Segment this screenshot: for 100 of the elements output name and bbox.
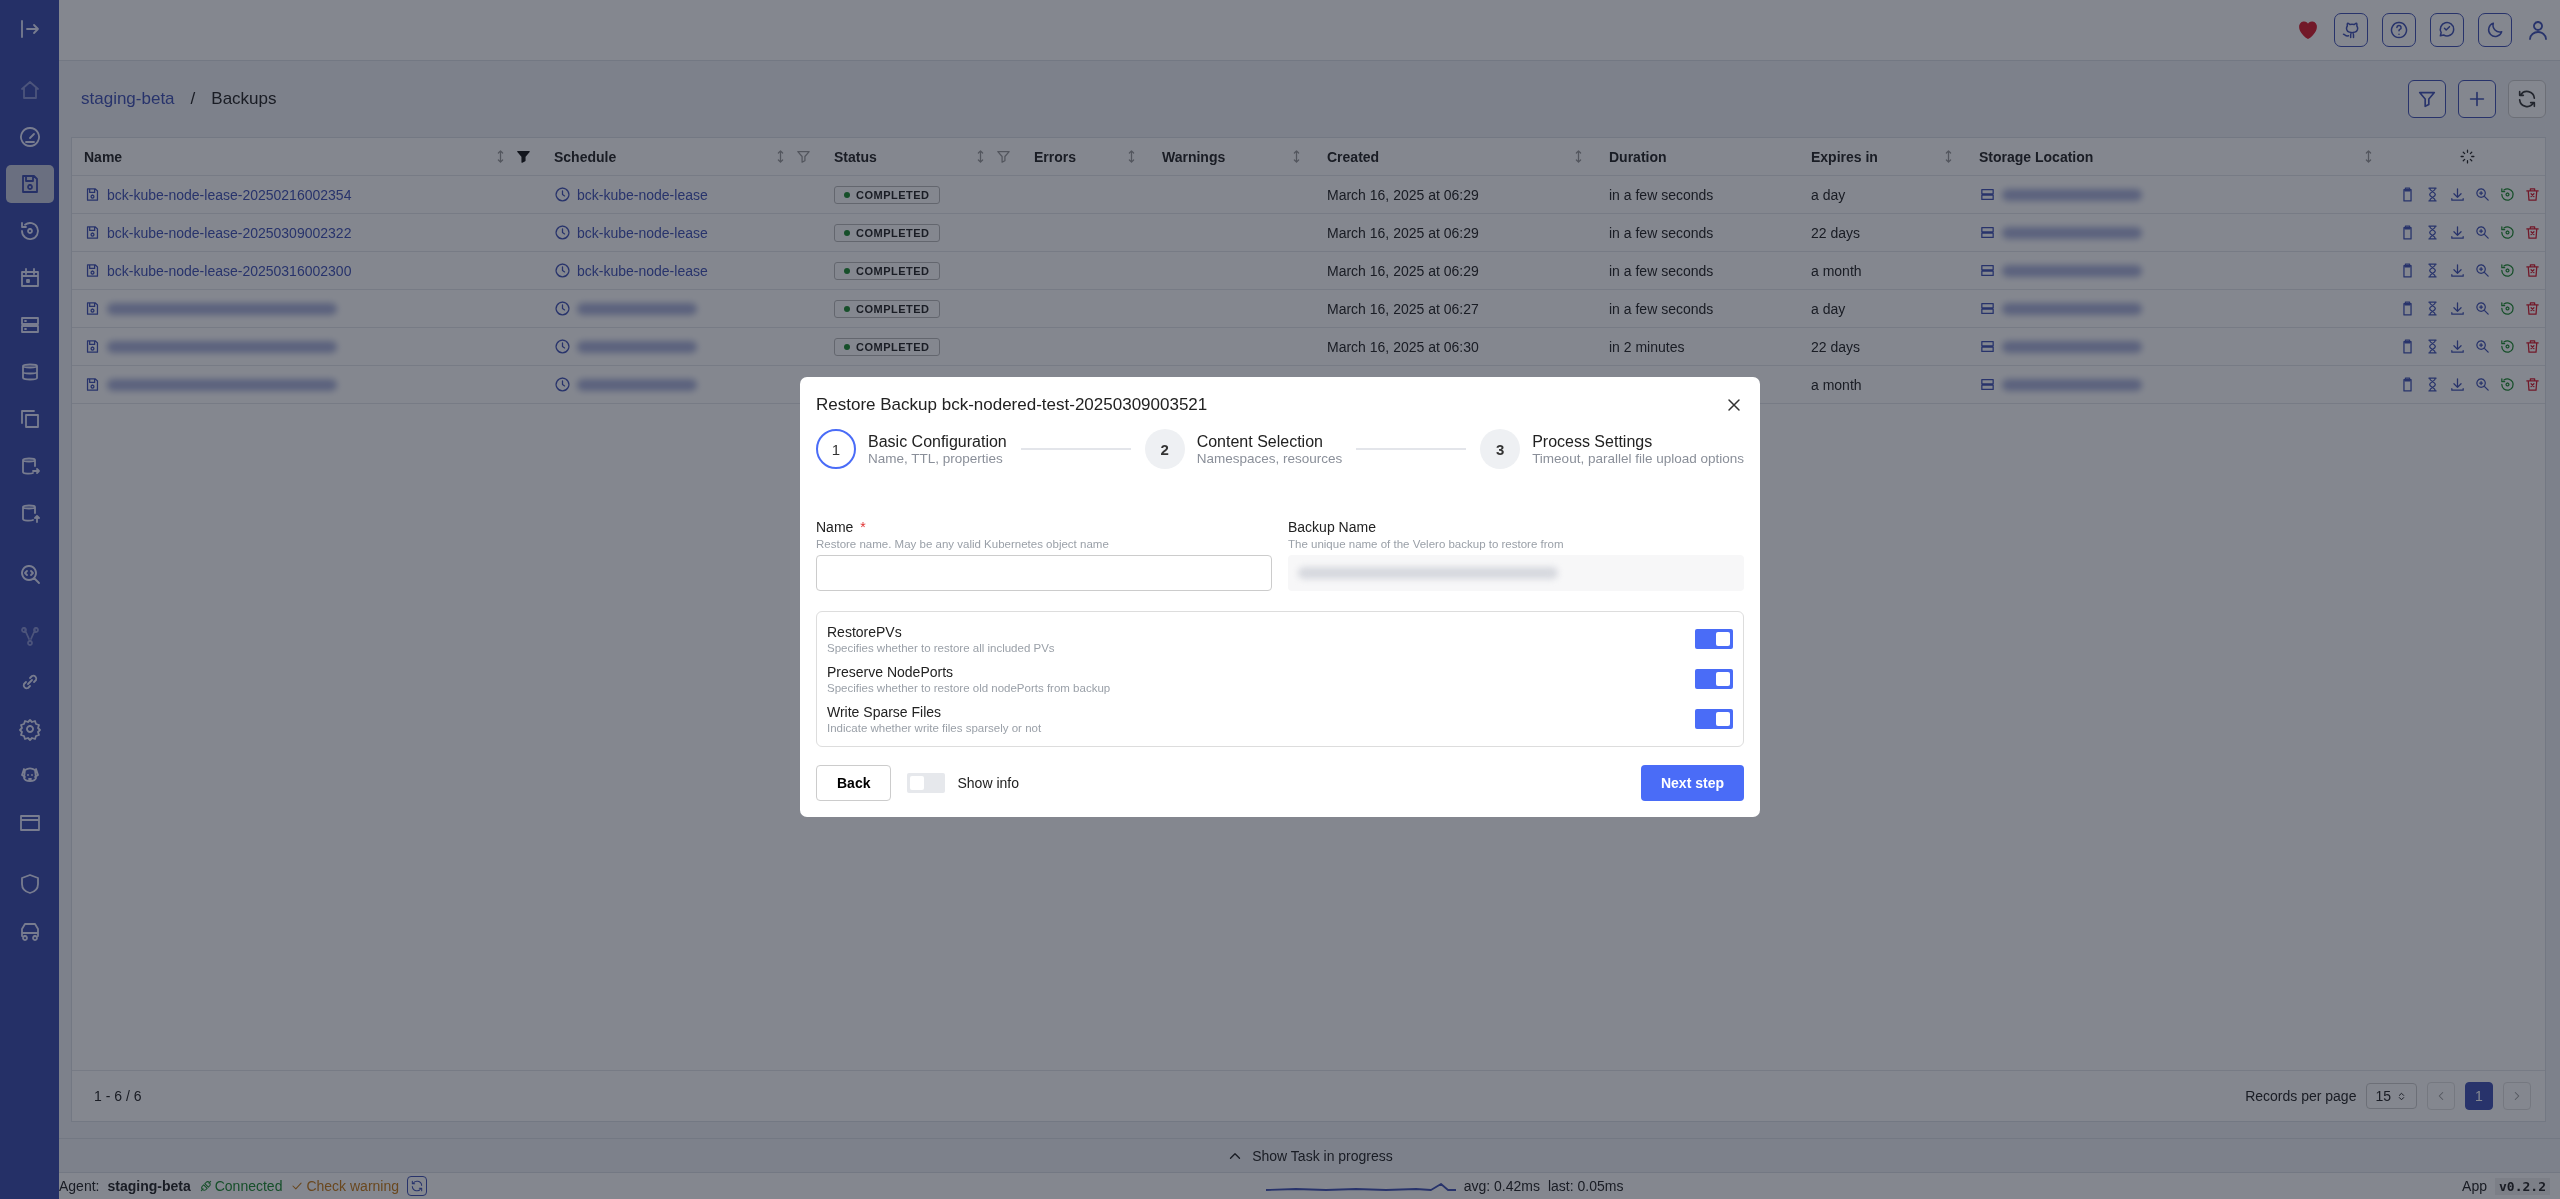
download-icon[interactable] <box>2449 224 2466 241</box>
storage-icon <box>1979 262 1996 279</box>
field-label: Name <box>816 519 854 535</box>
expires-text: 22 days <box>1811 338 1861 355</box>
agent-name: staging-beta <box>107 1178 191 1194</box>
refresh-icon <box>410 1179 425 1193</box>
status-badge: COMPLETED <box>834 261 940 280</box>
expires-text: a month <box>1811 376 1862 393</box>
name-input[interactable] <box>816 555 1272 591</box>
clock-icon <box>554 186 571 203</box>
backup-name-link[interactable]: bck-kube-node-lease-20250216002354 <box>107 186 352 203</box>
step-title: Basic Configuration <box>868 432 1007 451</box>
download-icon[interactable] <box>2449 186 2466 203</box>
user-icon[interactable] <box>2526 18 2550 42</box>
show-info-label: Show info <box>957 775 1019 791</box>
step-number[interactable]: 2 <box>1144 429 1185 469</box>
filter-button[interactable] <box>2408 80 2446 118</box>
zoom-in-icon[interactable] <box>2474 262 2491 279</box>
delete-icon[interactable] <box>2524 224 2541 241</box>
created-date: March 16, 2025 at 06:27 <box>1327 300 1479 317</box>
toggle-switch[interactable] <box>1695 709 1733 729</box>
show-tasks-button[interactable]: Show Task in progress <box>1252 1147 1393 1164</box>
add-button[interactable] <box>2458 80 2496 118</box>
app-label: App <box>2462 1178 2488 1194</box>
column-header: Expires in <box>1811 148 1878 165</box>
expires-text: a day <box>1811 186 1846 203</box>
field-hint: Restore name. May be any valid Kubernetes object name <box>816 538 1110 550</box>
breadcrumb-current: Backups <box>211 89 277 109</box>
created-date: March 16, 2025 at 06:29 <box>1327 224 1479 241</box>
backup-name-link[interactable]: bck-kube-node-lease-20250309002322 <box>107 224 352 241</box>
refresh-button[interactable] <box>407 1176 428 1196</box>
back-button[interactable]: Back <box>816 765 892 801</box>
schedule-link[interactable]: bck-kube-node-lease <box>577 224 708 241</box>
toggle-switch[interactable] <box>1695 669 1733 689</box>
download-icon[interactable] <box>2449 300 2466 317</box>
zoom-in-icon[interactable] <box>2474 338 2491 355</box>
step-subtitle: Name, TTL, properties <box>868 450 1004 466</box>
filter-icon[interactable] <box>515 148 532 165</box>
chat-icon[interactable] <box>2430 13 2464 47</box>
option-description: Specifies whether to restore old nodePorts from backup <box>827 682 1111 694</box>
restore-icon[interactable] <box>2499 338 2516 355</box>
download-icon[interactable] <box>2449 262 2466 279</box>
schedule-link[interactable]: bck-kube-node-lease <box>577 186 708 203</box>
status-badge: COMPLETED <box>834 299 940 318</box>
zoom-in-icon[interactable] <box>2474 186 2491 203</box>
backup-name-link[interactable]: bck-kube-node-lease-20250316002300 <box>107 262 352 279</box>
clock-icon <box>554 338 571 355</box>
storage-icon <box>1979 376 1996 393</box>
restore-icon[interactable] <box>2499 262 2516 279</box>
check-warning: Check warning <box>306 1178 400 1194</box>
agent-label: Agent: <box>59 1178 100 1194</box>
delete-icon[interactable] <box>2524 300 2541 317</box>
field-label: Backup Name <box>1288 519 1376 535</box>
expires-text: a day <box>1811 300 1846 317</box>
loader-icon <box>2458 148 2476 165</box>
column-header: Created <box>1327 148 1380 165</box>
restore-icon[interactable] <box>2499 376 2516 393</box>
clock-icon <box>554 376 571 393</box>
moon-icon[interactable] <box>2478 13 2512 47</box>
restore-icon[interactable] <box>2499 224 2516 241</box>
duration-text: in a few seconds <box>1609 300 1714 317</box>
status-badge: COMPLETED <box>834 223 940 242</box>
download-icon[interactable] <box>2449 376 2466 393</box>
connection-status: Connected <box>214 1178 283 1194</box>
duration-text: in a few seconds <box>1609 224 1714 241</box>
zoom-in-icon[interactable] <box>2474 224 2491 241</box>
schedule-link[interactable]: bck-kube-node-lease <box>577 262 708 279</box>
delete-icon[interactable] <box>2524 376 2541 393</box>
github-icon[interactable] <box>2334 13 2368 47</box>
delete-icon[interactable] <box>2524 186 2541 203</box>
records-per-page-select[interactable]: 15 <box>2366 1083 2417 1109</box>
restore-icon[interactable] <box>2499 300 2516 317</box>
step-number[interactable]: 1 <box>816 429 856 469</box>
required-mark: * <box>860 519 866 535</box>
step-title: Content Selection <box>1196 432 1324 451</box>
step-number[interactable]: 3 <box>1480 429 1521 469</box>
zoom-in-icon[interactable] <box>2474 300 2491 317</box>
status-badge: COMPLETED <box>834 185 940 204</box>
created-date: March 16, 2025 at 06:29 <box>1327 262 1479 279</box>
expires-text: 22 days <box>1811 224 1861 241</box>
status-badge: COMPLETED <box>834 337 940 356</box>
restore-icon[interactable] <box>2499 186 2516 203</box>
option-title: Preserve NodePorts <box>827 664 955 680</box>
download-icon[interactable] <box>2449 338 2466 355</box>
help-icon[interactable] <box>2382 13 2416 47</box>
breadcrumb-link[interactable]: staging-beta <box>81 89 175 109</box>
clock-icon <box>554 300 571 317</box>
created-date: March 16, 2025 at 06:30 <box>1327 338 1479 355</box>
delete-icon[interactable] <box>2524 338 2541 355</box>
column-header: Status <box>834 148 877 165</box>
delete-icon[interactable] <box>2524 262 2541 279</box>
version-label: v0.2.2 <box>2495 1177 2550 1195</box>
toggle-switch[interactable] <box>1695 629 1733 649</box>
latency-average: avg: 0.42ms <box>1463 1178 1540 1194</box>
page-button[interactable]: 1 <box>2465 1082 2493 1110</box>
toggle-switch[interactable] <box>907 773 946 793</box>
duration-text: in a few seconds <box>1609 262 1714 279</box>
dialog-title: Restore Backup bck-nodered-test-20250309003521 <box>816 395 1208 415</box>
next-step-button[interactable]: Next step <box>1640 765 1744 801</box>
zoom-in-icon[interactable] <box>2474 376 2491 393</box>
